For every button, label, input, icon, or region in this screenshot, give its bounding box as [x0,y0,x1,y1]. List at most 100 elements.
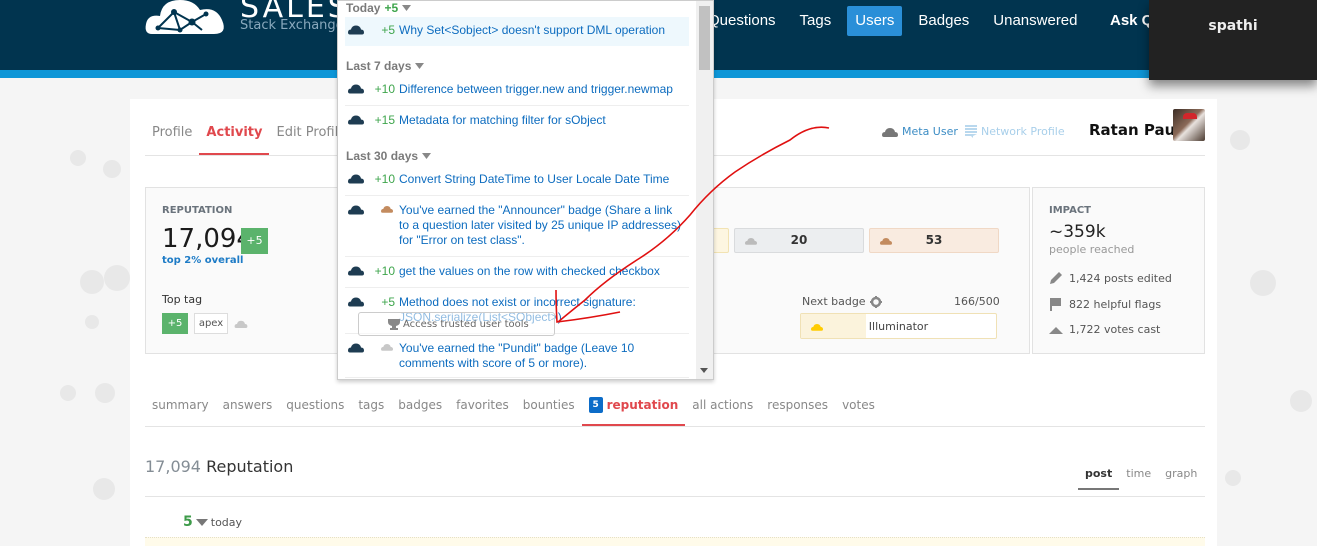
top-tag-link[interactable]: apex [194,313,228,334]
posts-edited-stat: 1,424 posts edited [1049,271,1172,285]
item-amount: +15 [374,113,395,127]
day-amount: 5 [183,514,193,530]
scroll-down-arrow-icon[interactable] [700,368,708,373]
impact-label: IMPACT [1049,205,1091,216]
tab-answers[interactable]: answers [216,391,280,427]
list-item[interactable]: You've earned the "Pundit" badge (Leave … [345,335,689,378]
item-amount: +10 [374,264,395,278]
view-tab-graph[interactable]: graph [1158,465,1204,490]
silver-badge-count[interactable]: 20 [734,228,864,253]
view-tab-time[interactable]: time [1119,465,1158,490]
user-tooltip-text: spathi [1208,18,1258,34]
tab-questions[interactable]: questions [279,391,351,427]
tooltip-text: Access trusted user tools [403,318,529,330]
caret-down-icon [195,519,208,526]
reputation-value: 17,094 [162,224,253,254]
tab-reputation-label: reputation [606,398,679,412]
view-tab-post[interactable]: post [1078,465,1120,490]
votes-cast-stat: 1,722 votes cast [1049,323,1160,336]
tab-favorites[interactable]: favorites [449,391,516,427]
item-text: get the values on the row with checked c… [399,264,660,278]
list-item[interactable]: +10 Difference between trigger.new and t… [345,76,689,106]
tab-summary[interactable]: summary [145,391,216,427]
avatar[interactable] [1173,109,1205,141]
gear-icon[interactable] [869,295,882,308]
site-subtitle: Stack Exchange [240,18,344,33]
tab-profile[interactable]: Profile [145,125,199,156]
silver-badge-icon [381,344,393,351]
item-text: Convert String DateTime to User Locale D… [399,172,670,186]
upvote-icon [1049,326,1063,334]
reputation-day-row [145,537,1205,546]
votes-cast-text: 1,722 votes cast [1069,323,1161,336]
item-text: You've earned the "Announcer" badge (Sha… [399,203,681,247]
nav-badges[interactable]: Badges [910,6,977,36]
profile-tabs: Profile Activity Edit Profile [145,125,353,156]
tab-badges[interactable]: badges [391,391,449,427]
next-badge-name: Illuminator [868,320,929,333]
nav-users[interactable]: Users [847,6,903,36]
group-title: Last 7 days [346,59,412,73]
day-label: today [210,515,243,529]
helpful-flags-text: 822 helpful flags [1069,297,1162,311]
meta-cloud-icon [882,127,898,137]
site-logo-icon[interactable] [144,0,228,36]
flag-icon [1050,298,1061,311]
tab-activity[interactable]: Activity [199,125,270,156]
posts-edited-text: 1,424 posts edited [1069,271,1172,285]
list-item[interactable]: +15 Metadata for matching filter for sOb… [345,107,689,137]
tab-reputation[interactable]: 5 reputation [581,391,686,427]
bronze-badge-icon [381,206,393,213]
tab-all-actions[interactable]: all actions [685,391,760,427]
list-item[interactable]: +10 get the values on the row with check… [345,258,689,288]
group-last-7-days[interactable]: Last 7 days [346,59,425,73]
user-name[interactable]: Ratan Paul [1089,121,1180,139]
list-item[interactable]: +10 Convert String DateTime to User Loca… [345,166,689,196]
privilege-tooltip: Access trusted user tools [358,312,555,336]
next-badge-progress-bar[interactable]: Illuminator [800,313,997,339]
day-toggle[interactable]: 5 today [183,514,242,530]
bronze-badge-count[interactable]: 53 [869,228,999,253]
reputation-rank-link[interactable]: top 2% overall [162,255,243,266]
divider [145,496,1205,497]
bronze-count: 53 [925,233,943,247]
item-amount: +5 [381,23,395,37]
stack-exchange-icon [965,125,977,138]
tab-bounties[interactable]: bounties [516,391,582,427]
dropdown-scrollbar[interactable] [696,1,713,379]
top-tag-label: Top tag [162,293,203,306]
item-text: You've earned the "Pundit" badge (Leave … [399,341,635,370]
people-reached-value: ~359k [1049,222,1106,242]
network-profile-label: Network Profile [981,125,1065,138]
trophy-icon [388,319,400,330]
people-reached-label: people reached [1049,243,1135,256]
list-item[interactable]: +5 Why Set<Sobject> doesn't support DML … [345,17,689,46]
item-amount: +10 [374,82,395,96]
network-profile-link[interactable]: Network Profile [965,125,1065,138]
tab-tags[interactable]: tags [351,391,391,427]
top-tag-score: +5 [162,313,188,334]
reputation-change-badge: +5 [241,228,268,254]
tab-votes[interactable]: votes [835,391,882,427]
group-title: Today [346,1,381,15]
item-text: Why Set<Sobject> doesn't support DML ope… [399,23,665,37]
item-amount: +5 [381,295,395,309]
site-icon [348,205,364,215]
reputation-view-tabs: post time graph [1078,465,1204,490]
item-text: Difference between trigger.new and trigg… [399,82,673,96]
meta-user-link[interactable]: Meta User [882,125,958,138]
activity-tabs: summary answers questions tags badges fa… [145,391,882,427]
group-title: Last 30 days [346,149,419,163]
caret-down-icon [415,63,425,69]
group-today[interactable]: Today +5 [346,1,412,15]
scrollbar-thumb[interactable] [699,6,710,70]
impact-panel: IMPACT ~359k people reached 1,424 posts … [1032,187,1205,354]
nav-unanswered[interactable]: Unanswered [985,6,1085,36]
group-last-30-days[interactable]: Last 30 days [346,149,432,163]
divider [145,426,1205,427]
reputation-section-label: Reputation [206,457,294,476]
nav-tags[interactable]: Tags [792,6,840,36]
group-total: +5 [384,1,399,15]
list-item[interactable]: You've earned the "Announcer" badge (Sha… [345,197,689,257]
tab-responses[interactable]: responses [760,391,835,427]
